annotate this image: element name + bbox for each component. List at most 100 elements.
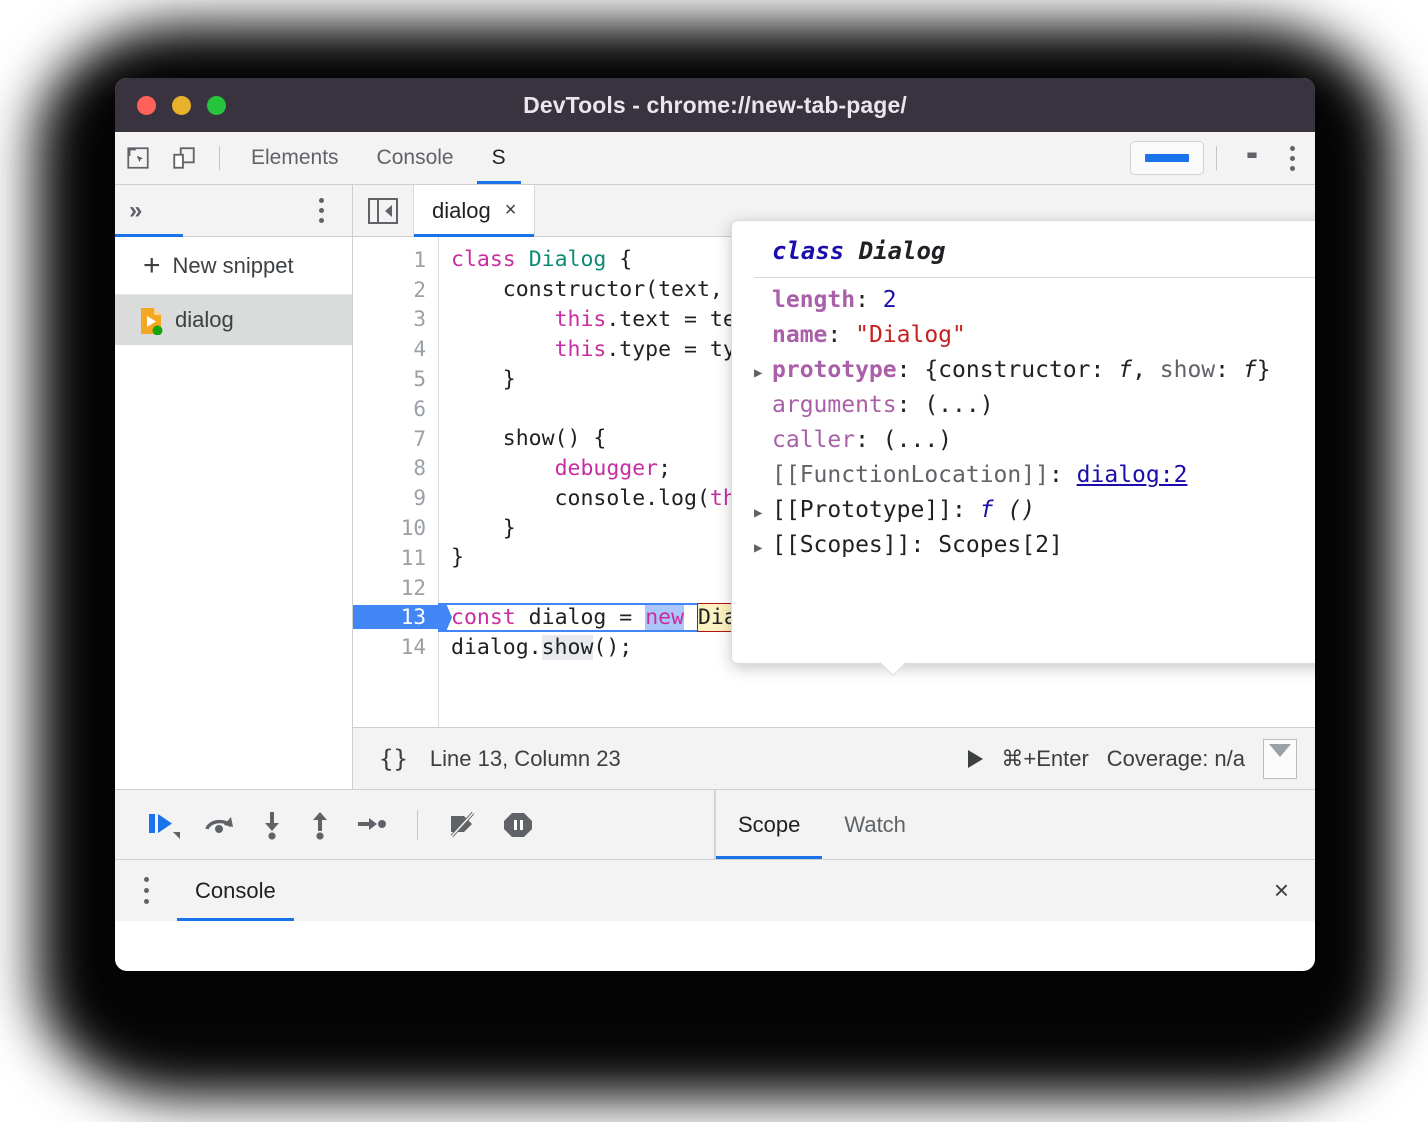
navigator-kebab-menu-icon[interactable] xyxy=(304,191,338,231)
property-value[interactable]: (...) xyxy=(883,427,952,453)
console-drawer: Console × xyxy=(115,859,1315,921)
collapse-sidebar-icon[interactable] xyxy=(353,198,413,224)
selected-token-new[interactable]: new xyxy=(645,605,684,630)
popover-row-prototype[interactable]: ▶prototype: {constructor: f, show: f} xyxy=(732,356,1315,391)
popover-row-prototype-internal[interactable]: ▶[[Prototype]]: f () xyxy=(732,496,1315,531)
sidebar-item-dialog-label: dialog xyxy=(175,307,234,333)
editor-tab-label: dialog xyxy=(432,198,491,224)
drawer-tab-console[interactable]: Console xyxy=(177,860,294,921)
property-value[interactable]: (...) xyxy=(924,392,993,418)
debugger-divider xyxy=(417,810,418,840)
chevron-right-icon[interactable]: ▶ xyxy=(754,356,772,391)
property-separator: : xyxy=(1049,462,1077,488)
property-value: 2 xyxy=(883,287,897,313)
property-name: [[Prototype]] xyxy=(772,497,952,523)
popover-title: class Dialog xyxy=(732,221,1315,277)
line-number: 3 xyxy=(353,307,438,331)
pause-on-exceptions-icon[interactable] xyxy=(502,810,534,840)
property-value: {constructor: f, show: f} xyxy=(924,357,1270,383)
step-over-icon[interactable] xyxy=(203,810,237,840)
device-toolbar-icon[interactable] xyxy=(161,138,207,178)
property-value: Scopes[2] xyxy=(938,532,1063,558)
property-separator: : xyxy=(855,287,883,313)
popover-row-length: ▶length: 2 xyxy=(732,286,1315,321)
line-code: dialog.show(); xyxy=(438,635,632,660)
minimize-window-button[interactable] xyxy=(172,96,191,115)
property-separator: : xyxy=(827,322,855,348)
tab-sources[interactable]: S xyxy=(473,132,525,184)
popover-row-name: ▶name: "Dialog" xyxy=(732,321,1315,356)
window-titlebar: DevTools - chrome://new-tab-page/ xyxy=(115,78,1315,132)
line-number: 14 xyxy=(353,635,438,659)
toolbar-divider xyxy=(219,146,220,170)
line-number: 4 xyxy=(353,337,438,361)
popover-row-scopes[interactable]: ▶[[Scopes]]: Scopes[2] xyxy=(732,531,1315,566)
editor-tab-dialog[interactable]: dialog × xyxy=(413,185,535,236)
chevron-right-icon[interactable]: ▶ xyxy=(754,496,772,531)
toolbar-right-group xyxy=(1130,132,1315,184)
function-location-link[interactable]: dialog:2 xyxy=(1077,462,1188,488)
property-separator: : xyxy=(897,357,925,383)
property-separator: : xyxy=(910,532,938,558)
line-code: show() { xyxy=(438,426,606,451)
run-snippet-icon[interactable] xyxy=(968,750,983,768)
screenshot-root: DevTools - chrome://new-tab-page/ xyxy=(0,0,1428,1122)
property-value: "Dialog" xyxy=(855,322,966,348)
line-number: 11 xyxy=(353,546,438,570)
property-name: prototype xyxy=(772,357,897,383)
expand-navigator-icon[interactable]: » xyxy=(129,199,142,223)
settings-icon[interactable] xyxy=(1229,138,1275,178)
close-window-button[interactable] xyxy=(137,96,156,115)
debugger-side-tabs: Scope Watch xyxy=(715,790,1315,859)
popover-pointer xyxy=(874,662,910,680)
line-number: 2 xyxy=(353,278,438,302)
popover-row-arguments: ▶arguments: (...) xyxy=(732,391,1315,426)
popover-property-list: ▶length: 2 ▶name: "Dialog" ▶prototype: {… xyxy=(732,278,1315,566)
devtools-window: DevTools - chrome://new-tab-page/ xyxy=(115,78,1315,971)
new-snippet-button[interactable]: + New snippet xyxy=(115,237,352,295)
coverage-label: Coverage: n/a xyxy=(1107,746,1245,772)
more-options-icon[interactable] xyxy=(1263,739,1297,779)
tab-scope[interactable]: Scope xyxy=(715,790,822,859)
line-code: this.text = text; xyxy=(438,307,775,332)
step-icon[interactable] xyxy=(355,810,389,840)
inspect-element-icon[interactable] xyxy=(115,138,161,178)
popover-title-name: Dialog xyxy=(859,237,946,265)
sidebar-item-dialog[interactable]: dialog xyxy=(115,295,352,345)
step-into-icon[interactable] xyxy=(259,810,285,840)
line-code xyxy=(438,396,464,421)
line-number: 7 xyxy=(353,427,438,451)
line-code: } xyxy=(438,367,516,392)
tab-elements-label: Elements xyxy=(251,146,339,170)
traffic-lights xyxy=(137,96,226,115)
step-out-icon[interactable] xyxy=(307,810,333,840)
zoom-window-button[interactable] xyxy=(207,96,226,115)
deactivate-breakpoints-icon[interactable] xyxy=(446,810,480,840)
tab-sources-label: S xyxy=(492,146,506,170)
line-number: 12 xyxy=(353,576,438,600)
tab-elements[interactable]: Elements xyxy=(232,132,358,184)
plus-icon: + xyxy=(143,251,161,281)
line-code: this.type = type; xyxy=(438,337,775,362)
run-shortcut-label: ⌘+Enter xyxy=(1001,746,1088,772)
drawer-kebab-menu-icon[interactable] xyxy=(115,877,177,904)
drawer-tab-console-label: Console xyxy=(195,878,276,904)
property-name: name xyxy=(772,322,827,348)
pretty-print-icon[interactable]: {} xyxy=(379,745,408,773)
line-number: 10 xyxy=(353,516,438,540)
chevron-right-icon[interactable]: ▶ xyxy=(754,531,772,566)
kebab-menu-icon[interactable] xyxy=(1275,138,1309,178)
property-separator: : xyxy=(952,497,980,523)
tab-watch-label: Watch xyxy=(844,812,906,838)
tab-console-label: Console xyxy=(377,146,454,170)
close-icon[interactable]: × xyxy=(505,199,517,222)
property-name: [[FunctionLocation]] xyxy=(772,462,1049,488)
tab-watch[interactable]: Watch xyxy=(822,790,928,859)
object-preview-popover: class Dialog ▶length: 2 ▶name: "Dialog" … xyxy=(731,220,1315,664)
line-code: } xyxy=(438,545,464,570)
tab-console[interactable]: Console xyxy=(358,132,473,184)
toolbar-blue-indicator[interactable] xyxy=(1130,141,1204,175)
line-code: debugger; xyxy=(438,456,671,481)
close-drawer-icon[interactable]: × xyxy=(1274,875,1315,906)
resume-icon[interactable] xyxy=(147,810,181,840)
